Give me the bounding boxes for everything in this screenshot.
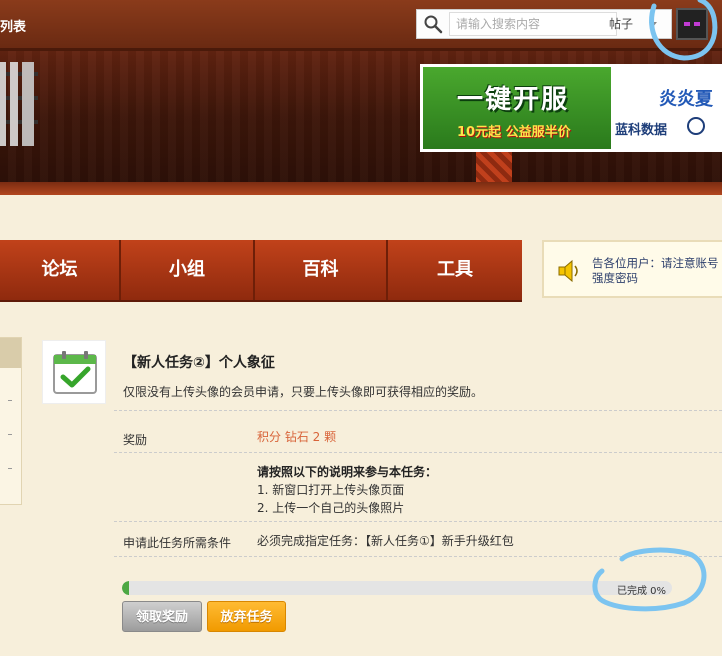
divider	[8, 434, 12, 435]
notice-box: 告各位用户：请注意账号强度密码	[542, 240, 722, 298]
condition-value[interactable]: 必须完成指定任务：【新人任务①】新手升级红包	[257, 532, 514, 549]
avatar[interactable]	[676, 8, 708, 40]
abandon-task-button[interactable]: 放弃任务	[207, 601, 286, 632]
divider	[8, 468, 12, 469]
ad-right-panel: 炎炎夏 蓝科数据	[611, 67, 719, 149]
nav-list-link[interactable]: 列表	[0, 16, 26, 35]
reward-label: 奖励	[123, 433, 148, 447]
sidebar-stub	[0, 337, 22, 505]
nav-item-tools[interactable]: 工具	[388, 240, 522, 300]
ad-brand: 蓝科数据	[615, 123, 668, 138]
nav-item-forum[interactable]: 论坛	[0, 240, 121, 300]
avatar-eye	[684, 22, 690, 26]
progress-bar	[122, 581, 672, 595]
ad-title: 一键开服	[457, 85, 570, 115]
instructions-heading: 请按照以下的说明来参与本任务：	[257, 465, 438, 479]
nav-item-group[interactable]: 小组	[121, 240, 255, 300]
ad-banner[interactable]: 一键开服 10元起 公益服半价 炎炎夏 蓝科数据	[420, 64, 722, 152]
divider	[114, 452, 722, 453]
ad-subtitle: 10元起 公益服半价	[457, 125, 571, 140]
instruction-step: 2. 上传一个自己的头像照片	[257, 501, 405, 515]
speaker-icon	[558, 259, 578, 283]
task-title: 【新人任务②】个人象征	[123, 355, 275, 371]
nav-item-wiki[interactable]: 百科	[255, 240, 388, 300]
instruction-step-link[interactable]: 1. 新窗口打开上传头像页面	[257, 481, 404, 498]
banner-stripe	[0, 182, 722, 195]
avatar-eye	[694, 22, 700, 26]
site-logo[interactable]	[0, 62, 38, 146]
header-banner: 列表 帖子 一键开服 10元起 公益服半价 炎炎夏 蓝科数据	[0, 0, 722, 195]
notice-text[interactable]: 告各位用户：请注意账号强度密码	[592, 256, 722, 286]
condition-label: 申请此任务所需条件	[123, 536, 232, 550]
task-description: 仅限没有上传头像的会员申请，只要上传头像即可获得相应的奖励。	[123, 385, 484, 399]
progress-fill	[122, 581, 129, 595]
divider	[114, 556, 722, 557]
search-input[interactable]	[449, 12, 617, 36]
task-icon	[42, 340, 106, 404]
progress-text: 已完成 0%	[617, 586, 667, 597]
search-bar: 帖子	[416, 9, 672, 39]
calendar-check-icon	[53, 351, 97, 394]
divider	[114, 521, 722, 522]
ad-right-title: 炎炎夏	[659, 89, 713, 110]
divider	[8, 400, 12, 401]
divider	[114, 410, 722, 411]
main-nav: 论坛 小组 百科 工具	[0, 240, 522, 300]
brand-mark-icon	[687, 117, 705, 135]
reward-value: 积分 钻石 2 颗	[257, 430, 337, 444]
search-icon[interactable]	[423, 14, 443, 34]
sidebar-stub-header	[0, 338, 21, 368]
chevron-down-icon[interactable]	[649, 22, 657, 27]
claim-reward-button[interactable]: 领取奖励	[122, 601, 202, 632]
decorative-block	[476, 150, 512, 184]
